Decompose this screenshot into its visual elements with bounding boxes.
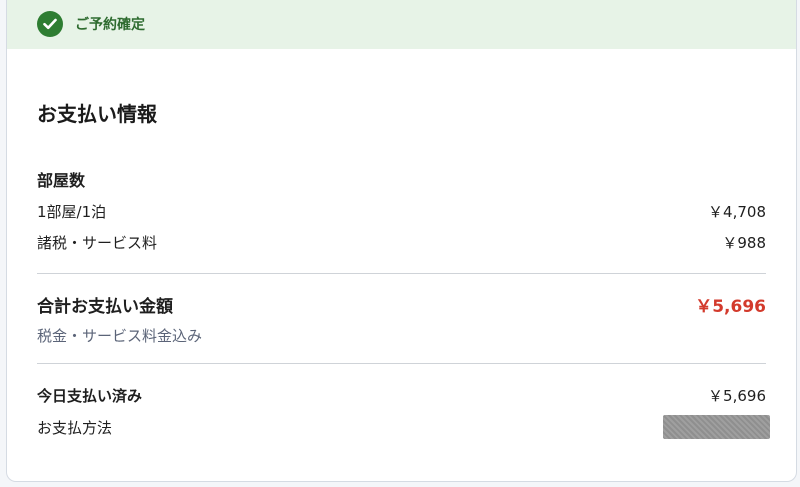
confirmation-text: ご予約確定 xyxy=(75,17,145,33)
total-label: 合計お支払い金額 xyxy=(37,296,173,317)
payment-card: ご予約確定 お支払い情報 部屋数 1部屋/1泊 ￥4,708 諸税・サービス料 … xyxy=(6,0,797,482)
payment-method-row: お支払方法 xyxy=(37,415,770,439)
total-amount: ￥5,696 xyxy=(695,296,766,317)
check-circle-icon xyxy=(37,11,63,37)
divider xyxy=(37,273,766,274)
line-item-label: 諸税・サービス料 xyxy=(37,234,158,252)
page-title: お支払い情報 xyxy=(37,102,157,126)
paid-today-amount: ￥5,696 xyxy=(708,386,766,405)
divider xyxy=(37,363,766,364)
payment-content: お支払い情報 部屋数 1部屋/1泊 ￥4,708 諸税・サービス料 ￥988 合… xyxy=(7,100,796,439)
total-row: 合計お支払い金額 ￥5,696 xyxy=(37,291,766,317)
line-item-amount: ￥988 xyxy=(722,234,766,252)
paid-today-row: 今日支払い済み ￥5,696 xyxy=(37,384,766,406)
line-item-label: 1部屋/1泊 xyxy=(37,203,107,221)
tax-included-note: 税金・サービス料金込み xyxy=(37,327,203,345)
line-item-amount: ￥4,708 xyxy=(708,203,766,221)
line-item-tax: 諸税・サービス料 ￥988 xyxy=(37,232,766,254)
masked-payment-method xyxy=(663,415,770,439)
rooms-heading: 部屋数 xyxy=(37,171,86,190)
payment-method-label: お支払方法 xyxy=(37,418,113,437)
line-item-room: 1部屋/1泊 ￥4,708 xyxy=(37,201,766,223)
paid-today-label: 今日支払い済み xyxy=(37,386,143,405)
confirmation-banner: ご予約確定 xyxy=(7,0,796,49)
